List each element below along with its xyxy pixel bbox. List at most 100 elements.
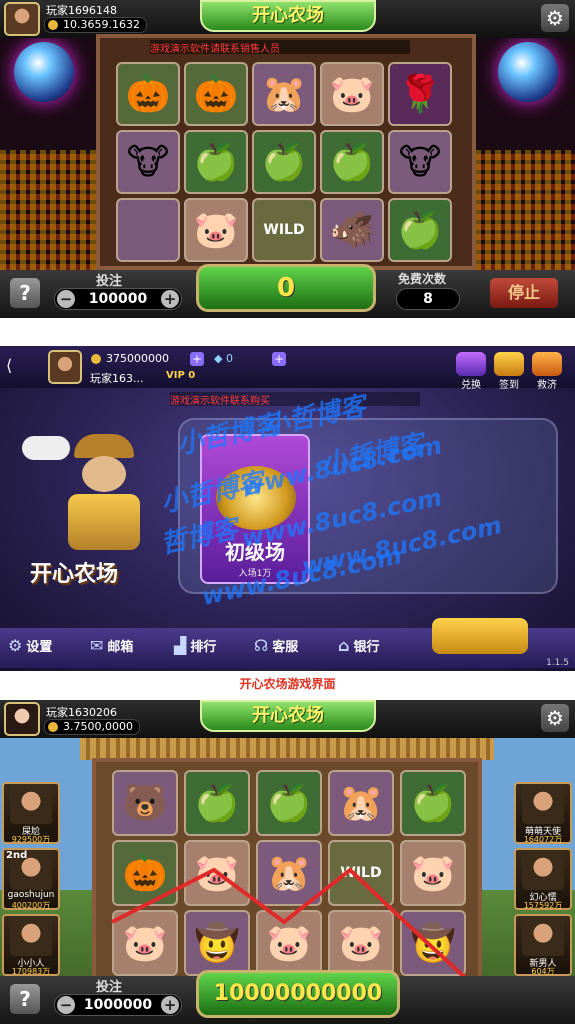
menu-icon: ⌂ xyxy=(338,636,350,655)
gold-value: 375000000 xyxy=(106,352,169,365)
player-avatar xyxy=(522,918,564,956)
player-card[interactable]: 2nd gaoshujun 400200万 xyxy=(2,848,60,910)
bet-increase-button[interactable]: + xyxy=(161,290,179,308)
rank-badge: 2nd xyxy=(6,850,28,861)
player-card[interactable]: 小小人 170983万 xyxy=(2,914,60,976)
menu-label: 客服 xyxy=(272,640,299,655)
avatar[interactable] xyxy=(4,2,40,36)
relief-label: 救济 xyxy=(537,380,557,391)
menu-label: 设置 xyxy=(26,640,53,655)
exchange-label: 兑换 xyxy=(461,380,481,391)
gear-icon[interactable]: ⚙ xyxy=(541,4,569,32)
free-spins-count: 8 xyxy=(396,288,460,310)
pumpkin-icon: 🎃 xyxy=(184,62,248,126)
diamond-value: 0 xyxy=(225,352,233,365)
game-title: 开心农场 xyxy=(200,0,376,32)
relief-icon xyxy=(532,352,562,376)
balance-display: 10.3659.1632 xyxy=(44,17,147,33)
player-card[interactable]: 萌萌天使 164072万 xyxy=(514,782,572,844)
menu-label: 排行 xyxy=(190,640,217,655)
stop-button[interactable]: 停止 xyxy=(490,278,558,308)
player-avatar xyxy=(522,786,564,824)
marquee-text: 游戏演示软件请联系销售人员 xyxy=(150,40,410,54)
disco-ball-right xyxy=(498,42,558,102)
game-screen-disco: 玩家1696148 10.3659.1632 开心农场 ⚙ 游戏演示软件请联系销… xyxy=(0,0,575,318)
signin-button[interactable]: 签到 xyxy=(492,352,526,391)
bet-decrease-button[interactable]: − xyxy=(57,290,75,308)
top-bar: 玩家1696148 10.3659.1632 开心农场 ⚙ xyxy=(0,0,575,38)
avatar[interactable] xyxy=(48,350,82,384)
bet-value: 1000000 xyxy=(83,997,153,1013)
bottom-bar: ? 投注 − 100000 + 0 免费次数 8 停止 xyxy=(0,264,575,318)
right-buttons: 兑换 签到 救济 xyxy=(450,352,570,392)
menu-icon: ▟ xyxy=(174,636,187,655)
cloud-icon xyxy=(22,436,70,460)
player-avatar xyxy=(10,918,52,956)
cow-icon: 🐮 xyxy=(388,130,452,194)
menu-label: 银行 xyxy=(353,640,380,655)
room-card[interactable]: 初级场 入场1万 xyxy=(200,434,310,584)
bet-value: 100000 xyxy=(88,291,148,307)
game-screen-farm: 玩家1630206 3.7500,0000 开心农场 ⚙ 🐻 🍏 🍏 🐹 🍏 🎃 🐷 🐹 WIL… xyxy=(0,700,575,1024)
player-score: 164072万 xyxy=(523,835,563,844)
relief-button[interactable]: 救济 xyxy=(530,352,564,391)
pumpkin-icon: 🎃 xyxy=(116,62,180,126)
coin-icon xyxy=(91,354,101,364)
wild-icon: WILD xyxy=(252,198,316,262)
add-diamond-button[interactable]: + xyxy=(272,352,286,366)
menu-item-4[interactable]: ⌂ 银行 xyxy=(338,636,379,655)
scarecrow-mascot xyxy=(64,434,144,554)
bet-label: 投注 xyxy=(96,274,123,289)
win-display: 10000000000 xyxy=(196,970,400,1018)
menu-item-3[interactable]: ☊ 客服 xyxy=(254,636,298,655)
menu-item-2[interactable]: ▟ 排行 xyxy=(174,636,216,655)
coin-icon xyxy=(48,20,58,30)
lobby-screen: ⟨ 375000000 + ◆ 0 + 玩家163... VIP 0 兑换 签到… xyxy=(0,346,575,671)
version-label: 1.1.5 xyxy=(546,658,569,668)
exchange-icon xyxy=(456,352,486,376)
pig-icon: 🐷 xyxy=(320,62,384,126)
bottom-bar: ? 投注 − 1000000 + 10000000000 xyxy=(0,970,575,1024)
menu-icon: ✉ xyxy=(90,636,104,655)
payline-path xyxy=(111,867,474,986)
help-button[interactable]: ? xyxy=(10,984,40,1014)
boar-icon: 🐗 xyxy=(320,198,384,262)
player-name: 玩家1696148 xyxy=(46,4,117,17)
player-card[interactable]: 屎尬 929500万 xyxy=(2,782,60,844)
disco-ball-left xyxy=(14,42,74,102)
pig-icon: 🐷 xyxy=(184,198,248,262)
menu-label: 邮箱 xyxy=(107,640,134,655)
free-spins-label: 免费次数 xyxy=(398,272,447,286)
add-gold-button[interactable]: + xyxy=(190,352,204,366)
player-card[interactable]: 幻心懦 157592万 xyxy=(514,848,572,910)
exchange-button[interactable]: 兑换 xyxy=(454,352,488,391)
player-name: gaoshujun xyxy=(7,890,55,900)
menu-item-1[interactable]: ✉ 邮箱 xyxy=(90,636,133,655)
player-score: 400200万 xyxy=(11,901,51,910)
back-icon[interactable]: ⟨ xyxy=(6,356,12,375)
menu-icon: ⚙ xyxy=(8,636,23,655)
player-name: 玩家163... xyxy=(90,372,144,385)
bet-control: − 1000000 + xyxy=(54,994,182,1016)
diamond-icon: ◆ xyxy=(214,352,226,365)
symbol-icon xyxy=(116,198,180,262)
player-avatar xyxy=(522,852,564,890)
bet-label: 投注 xyxy=(96,980,123,995)
game-logo[interactable]: 开心农场 xyxy=(30,556,118,588)
cow-icon: 🐮 xyxy=(116,130,180,194)
player-card[interactable]: 新男人 604万 xyxy=(514,914,572,976)
win-display: 0 xyxy=(196,264,376,312)
apple-icon: 🍏 xyxy=(320,130,384,194)
help-button[interactable]: ? xyxy=(10,278,40,308)
gold-display: 375000000 xyxy=(88,352,175,366)
bet-decrease-button[interactable]: − xyxy=(57,996,75,1014)
balance-value: 10.3659.1632 xyxy=(63,18,140,31)
bet-control: − 100000 + xyxy=(54,288,182,310)
shop-cart-icon[interactable] xyxy=(432,618,528,654)
disco-lights-left xyxy=(0,150,100,270)
apple-icon: 🍏 xyxy=(184,130,248,194)
menu-item-0[interactable]: ⚙ 设置 xyxy=(8,636,52,655)
menu-icon: ☊ xyxy=(254,636,269,655)
vip-badge: VIP 0 xyxy=(166,370,196,381)
bet-increase-button[interactable]: + xyxy=(161,996,179,1014)
